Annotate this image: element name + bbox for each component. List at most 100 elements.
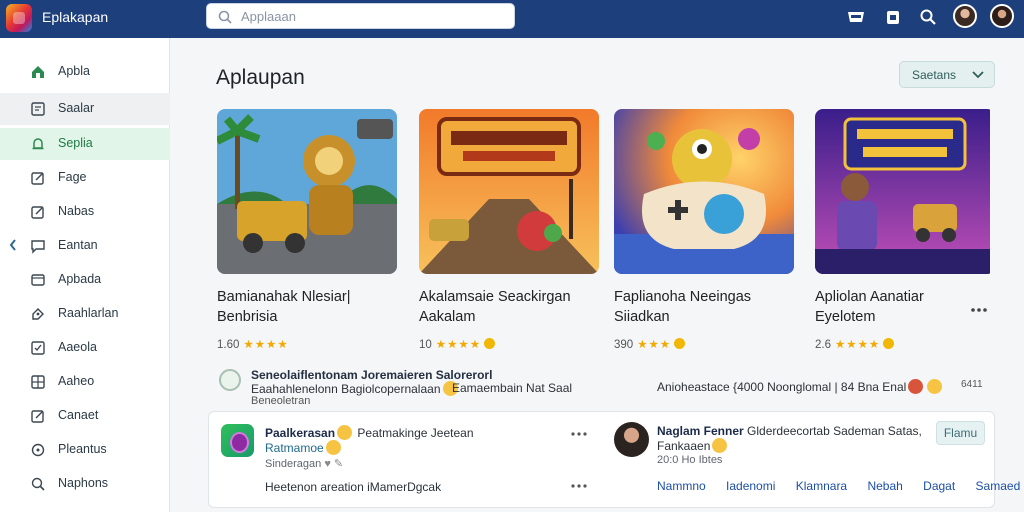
- refresh-icon[interactable]: [219, 369, 241, 391]
- activity-text: Anioheastace {4000 Noonglomal | 84 Bna E…: [657, 380, 907, 394]
- sidebar-item-nabas[interactable]: Nabas: [0, 196, 170, 228]
- star-rating-icon: ★★★★: [835, 339, 881, 351]
- sidebar-item-seplia[interactable]: Seplia: [0, 128, 170, 160]
- sidebar-item-label: Raahlarlan: [58, 306, 119, 320]
- comment-actions: Nammno Iadenomi Klamnara Nebah Dagat Sam…: [657, 479, 1020, 493]
- tag-icon: [32, 308, 44, 320]
- game-title-line: Siiadkan: [614, 309, 670, 325]
- home-icon: [32, 66, 44, 78]
- game-title[interactable]: Akalamsaie Seackirgan Aakalam: [419, 287, 609, 327]
- avatar[interactable]: [990, 4, 1014, 28]
- chat-icon: [31, 240, 45, 254]
- search-icon[interactable]: [917, 6, 939, 28]
- action-link[interactable]: Dagat: [923, 479, 955, 493]
- sidebar-item-label: Aaheo: [58, 374, 95, 388]
- search-icon: [31, 477, 45, 491]
- action-link[interactable]: Nammno: [657, 479, 706, 493]
- follow-button[interactable]: Flamu: [936, 421, 985, 445]
- app-logo[interactable]: [6, 4, 32, 32]
- sidebar-item-label: Naphons: [58, 476, 109, 490]
- comment-action: Peatmakinge Jeetean: [357, 426, 474, 440]
- search-icon: [218, 10, 232, 24]
- sort-dropdown[interactable]: Saetans: [899, 61, 995, 88]
- sidebar-item-fage[interactable]: Fage: [0, 162, 170, 194]
- sidebar-item-aaheo[interactable]: Aaheo: [0, 366, 170, 398]
- activity-text: Seneolaiflentonam Joremaieren Salorerorl: [251, 368, 493, 382]
- sidebar-item-label: Apbla: [58, 64, 90, 78]
- sidebar-item-aaeola[interactable]: Aaeola: [0, 332, 170, 364]
- app-icon[interactable]: [221, 424, 254, 457]
- comment-time-text: Sinderagan: [265, 458, 322, 470]
- comment-author[interactable]: Paalkerasan: [265, 426, 335, 440]
- avatar[interactable]: [953, 4, 977, 28]
- search-input[interactable]: [241, 7, 501, 25]
- activity-count: 6411: [961, 379, 983, 390]
- game-thumbnail[interactable]: [614, 109, 794, 274]
- comment-time: 20:0 Ho Ibtes: [657, 454, 723, 466]
- avatar[interactable]: [614, 422, 649, 457]
- coin-icon: [484, 338, 496, 349]
- gallery-icon: [31, 375, 45, 389]
- emoji-icon: [325, 440, 341, 455]
- game-title-line: Apliolan Aanatiar: [815, 289, 924, 305]
- game-rating: 2.6 ★★★★: [815, 337, 895, 351]
- game-thumbnail[interactable]: [419, 109, 599, 274]
- avatar: [908, 379, 924, 394]
- calendar-icon[interactable]: [882, 6, 904, 28]
- reaction-icon[interactable]: ♥ ✎: [324, 458, 343, 470]
- emoji-icon: [927, 379, 943, 394]
- sidebar-item-raahlarlan[interactable]: Raahlarlan: [0, 298, 170, 330]
- sidebar-item-label: Seplia: [58, 136, 93, 150]
- sidebar-item-label: Fage: [58, 170, 87, 184]
- emoji-icon: [337, 425, 353, 440]
- game-thumbnail[interactable]: [815, 109, 995, 274]
- sidebar-item-label: Aaeola: [58, 340, 97, 354]
- star-rating-icon: ★★★★: [243, 339, 289, 351]
- more-options-icon[interactable]: [569, 430, 589, 438]
- sidebar-item-apbada[interactable]: Apbada: [0, 264, 170, 296]
- edit-icon: [31, 410, 44, 423]
- sidebar-item-label: Canaet: [58, 408, 99, 422]
- search-box[interactable]: [206, 3, 515, 29]
- more-options-icon[interactable]: [969, 305, 989, 315]
- store-icon[interactable]: [845, 6, 867, 28]
- rating-value: 1.60: [217, 339, 240, 351]
- comment-author[interactable]: Naglam Fenner: [657, 424, 744, 438]
- game-thumbnail[interactable]: [217, 109, 397, 274]
- comment-body: Heetenon areation iMamerDgcak: [265, 480, 442, 494]
- sidebar-item-pleantus[interactable]: Pleantus: [0, 434, 170, 466]
- activity-text: Anioheastace {4000 Noonglomal | 84 Bna E…: [657, 379, 944, 394]
- coin-icon: [674, 338, 686, 349]
- game-title-line: Faplianoha Neeingas: [614, 289, 752, 305]
- comment-sub: Ratmamoe: [265, 440, 343, 455]
- sidebar-item-saalar[interactable]: Saalar: [0, 93, 170, 125]
- comment-header: Paalkerasan Peatmakinge Jeetean: [265, 425, 474, 440]
- game-title[interactable]: Bamianahak Nlesiar| Benbrisia: [217, 287, 407, 327]
- circle-icon: [31, 443, 45, 457]
- sidebar-item-naphons[interactable]: Naphons: [0, 468, 170, 500]
- game-title[interactable]: Faplianoha Neeingas Siiadkan: [614, 287, 804, 327]
- comment-sub-text: Fankaaen: [657, 439, 711, 453]
- sidebar: Apbla Saalar Seplia Fage Nabas Eantan Ap…: [0, 38, 170, 512]
- action-link[interactable]: Samaed: [976, 479, 1021, 493]
- sidebar-item-label: Nabas: [58, 204, 95, 218]
- game-title-line: Benbrisia: [217, 309, 278, 325]
- more-options-icon[interactable]: [569, 482, 589, 490]
- sidebar-item-label: Eantan: [58, 238, 98, 252]
- comments-panel: Paalkerasan Peatmakinge Jeetean Ratmamoe…: [208, 411, 1020, 508]
- top-bar: Eplakapan: [0, 0, 1024, 38]
- box-icon: [31, 341, 45, 355]
- sidebar-item-canaet[interactable]: Canaet: [0, 400, 170, 432]
- sidebar-item-label: Pleantus: [58, 442, 107, 456]
- sidebar-item-apbla[interactable]: Apbla: [0, 56, 170, 88]
- game-title-line: Aakalam: [419, 309, 476, 325]
- sidebar-item-label: Apbada: [58, 272, 102, 286]
- action-link[interactable]: Nebah: [867, 479, 902, 493]
- action-link[interactable]: Klamnara: [796, 479, 847, 493]
- app-name: Eplakapan: [42, 9, 109, 25]
- comment-sub-text: Ratmamoe: [265, 441, 324, 455]
- edit-icon: [31, 172, 44, 185]
- sort-label: Saetans: [912, 68, 957, 82]
- sidebar-item-eantan[interactable]: Eantan: [0, 230, 170, 262]
- action-link[interactable]: Iadenomi: [726, 479, 775, 493]
